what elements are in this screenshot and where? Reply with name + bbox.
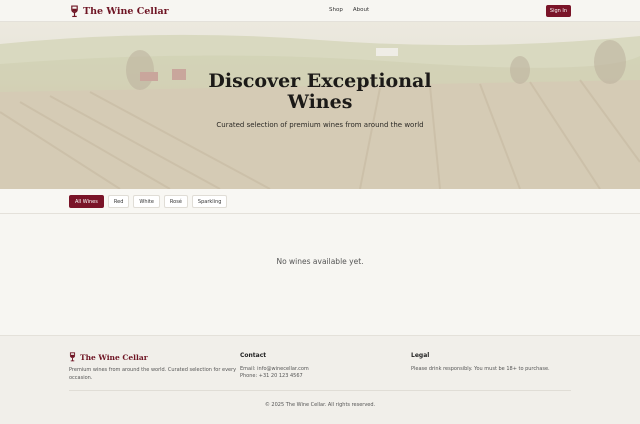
footer-copyright: © 2025 The Wine Cellar. All rights reser…: [264, 402, 376, 408]
filter-sparkling[interactable]: Sparkling: [191, 195, 228, 208]
site-footer: The Wine Cellar Premium wines from aroun…: [0, 335, 640, 424]
footer-divider: [69, 390, 571, 391]
hero-section: Discover Exceptional Wines Curated selec…: [0, 22, 640, 189]
sign-in-button[interactable]: Sign In: [546, 5, 571, 17]
brand-name: The Wine Cellar: [83, 5, 169, 17]
main-nav: Shop About: [329, 6, 369, 15]
hero-subtitle: Curated selection of premium wines from …: [216, 121, 424, 129]
filter-red[interactable]: Red: [107, 195, 130, 208]
filter-white[interactable]: White: [133, 195, 160, 208]
nav-shop[interactable]: Shop: [329, 6, 343, 15]
footer-legal-heading: Legal: [411, 352, 430, 359]
empty-state-message: No wines available yet.: [276, 257, 364, 266]
wine-glass-icon: [70, 5, 79, 18]
footer-description: Premium wines from around the world. Cur…: [69, 367, 237, 381]
footer-brand: The Wine Cellar: [69, 352, 148, 362]
footer-contact-heading: Contact: [240, 352, 267, 359]
nav-about[interactable]: About: [353, 6, 369, 15]
category-filters: All Wines Red White Rosé Sparkling: [0, 189, 640, 214]
wine-glass-icon: [69, 352, 76, 362]
filter-all-wines[interactable]: All Wines: [69, 195, 104, 208]
footer-brand-name: The Wine Cellar: [80, 352, 148, 362]
hero-title: Discover Exceptional Wines: [208, 70, 432, 113]
brand-logo[interactable]: The Wine Cellar: [70, 4, 169, 18]
site-header: The Wine Cellar Shop About Sign In: [0, 0, 640, 22]
footer-phone[interactable]: Phone: +31 20 123 4567: [240, 373, 303, 381]
filter-rose[interactable]: Rosé: [163, 195, 188, 208]
footer-legal-text: Please drink responsibly. You must be 18…: [411, 366, 550, 372]
